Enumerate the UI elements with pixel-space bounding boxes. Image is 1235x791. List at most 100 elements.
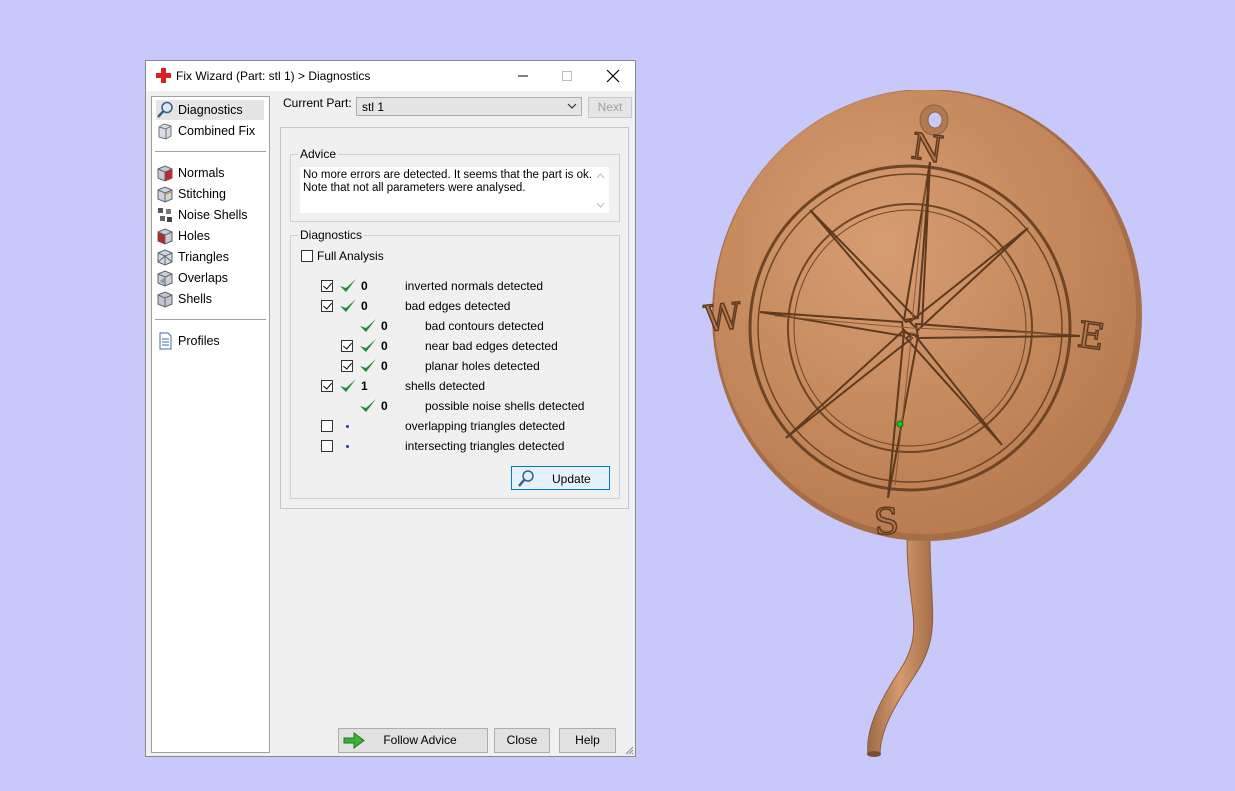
full-analysis-checkbox[interactable] xyxy=(301,250,313,262)
nav-label: Diagnostics xyxy=(178,103,243,117)
diagnostics-group: Diagnostics Full Analysis 0 inverted nor… xyxy=(290,228,620,499)
nav-label: Shells xyxy=(178,292,213,306)
row-count: 0 xyxy=(381,399,388,413)
nav-label: Overlaps xyxy=(178,271,229,285)
resize-grip-icon[interactable] xyxy=(624,745,634,755)
nav-separator xyxy=(155,319,266,320)
row-count: 0 xyxy=(381,319,388,333)
update-button[interactable]: Update xyxy=(511,466,610,490)
row-checkbox[interactable] xyxy=(341,340,353,352)
nav-separator xyxy=(155,151,266,152)
magnifier-icon xyxy=(518,470,534,487)
row-checkbox[interactable] xyxy=(341,360,353,372)
compass-pendant-model[interactable]: N W E S xyxy=(690,90,1160,770)
row-count: 0 xyxy=(381,359,388,373)
row-count: 0 xyxy=(361,279,368,293)
current-part-select[interactable]: stl 1 xyxy=(356,97,582,116)
follow-advice-button[interactable]: Follow Advice xyxy=(338,728,488,753)
red-cross-app-icon xyxy=(156,68,171,83)
advice-text-box: No more errors are detected. It seems th… xyxy=(300,167,609,213)
close-button[interactable]: Close xyxy=(494,728,550,753)
chevron-down-icon xyxy=(567,103,577,109)
green-check-icon xyxy=(360,359,376,372)
shells-cube-icon xyxy=(156,290,174,308)
magnifier-icon xyxy=(156,101,174,119)
advice-line-2: Note that not all parameters were analys… xyxy=(303,182,526,194)
advice-group: Advice No more errors are detected. It s… xyxy=(290,147,620,222)
advice-text: No more errors are detected. It seems th… xyxy=(303,169,592,195)
stitching-cube-icon xyxy=(156,185,174,203)
row-label: planar holes detected xyxy=(425,359,540,373)
update-label: Update xyxy=(552,472,591,486)
green-check-icon xyxy=(360,399,376,412)
row-label: intersecting triangles detected xyxy=(405,439,565,453)
row-checkbox[interactable] xyxy=(321,420,333,432)
row-label: overlapping triangles detected xyxy=(405,419,566,433)
maximize-button[interactable] xyxy=(545,61,589,91)
green-check-icon xyxy=(360,339,376,352)
nav-item-triangles[interactable]: Triangles xyxy=(156,247,264,267)
title-bar[interactable]: Fix Wizard (Part: stl 1) > Diagnostics xyxy=(146,61,635,91)
nav-label: Holes xyxy=(178,229,210,243)
next-button[interactable]: Next xyxy=(588,97,632,118)
nav-item-holes[interactable]: Holes xyxy=(156,226,264,246)
row-count: 0 xyxy=(381,339,388,353)
row-checkbox[interactable] xyxy=(321,440,333,452)
row-checkbox[interactable] xyxy=(321,380,333,392)
nav-item-combined-fix[interactable]: Combined Fix xyxy=(156,121,264,141)
row-label: possible noise shells detected xyxy=(425,399,585,413)
row-label: bad contours detected xyxy=(425,319,544,333)
minimize-icon xyxy=(518,75,528,77)
wizard-nav: Diagnostics Combined Fix Normals Stitchi… xyxy=(151,96,270,753)
nav-item-shells[interactable]: Shells xyxy=(156,289,264,309)
close-window-button[interactable] xyxy=(591,61,635,91)
compass-letter-w: W xyxy=(702,296,743,341)
help-button[interactable]: Help xyxy=(559,728,616,753)
not-run-dot-icon xyxy=(346,445,349,448)
row-label: inverted normals detected xyxy=(405,279,544,293)
close-icon xyxy=(606,69,620,83)
green-arrow-right-icon xyxy=(343,732,365,749)
advice-line-1: No more errors are detected. It seems th… xyxy=(303,169,592,181)
row-label: bad edges detected xyxy=(405,299,511,313)
document-icon xyxy=(156,332,174,350)
nav-label: Triangles xyxy=(178,250,229,264)
holes-cube-icon xyxy=(156,227,174,245)
nav-item-overlaps[interactable]: Overlaps xyxy=(156,268,264,288)
nav-item-profiles[interactable]: Profiles xyxy=(156,331,264,351)
pick-point-marker[interactable] xyxy=(896,420,904,428)
nav-label: Combined Fix xyxy=(178,124,256,138)
current-part-value: stl 1 xyxy=(362,100,385,114)
row-count: 0 xyxy=(361,299,368,313)
row-checkbox[interactable] xyxy=(321,300,333,312)
overlaps-cube-icon xyxy=(156,269,174,287)
nav-label: Stitching xyxy=(178,187,226,201)
nav-item-noise-shells[interactable]: Noise Shells xyxy=(156,205,264,225)
nav-label: Profiles xyxy=(178,334,220,348)
row-checkbox[interactable] xyxy=(321,280,333,292)
normals-cube-icon xyxy=(156,164,174,182)
noise-shells-cube-icon xyxy=(156,206,174,224)
nav-item-diagnostics[interactable]: Diagnostics xyxy=(156,100,264,120)
row-label: near bad edges detected xyxy=(425,339,558,353)
diagnostics-group-label: Diagnostics xyxy=(298,228,365,242)
current-part-label: Current Part: xyxy=(283,96,352,110)
green-check-icon xyxy=(340,299,356,312)
compass-letter-n: N xyxy=(909,126,946,171)
green-check-icon xyxy=(340,279,356,292)
minimize-button[interactable] xyxy=(501,61,545,91)
tube-stem xyxy=(867,539,934,756)
not-run-dot-icon xyxy=(346,425,349,428)
row-label: shells detected xyxy=(405,379,486,393)
nav-item-normals[interactable]: Normals xyxy=(156,163,264,183)
nav-label: Noise Shells xyxy=(178,208,248,222)
nav-item-stitching[interactable]: Stitching xyxy=(156,184,264,204)
compass-letter-s: S xyxy=(873,501,900,544)
green-check-icon xyxy=(340,379,356,392)
window-title: Fix Wizard (Part: stl 1) > Diagnostics xyxy=(176,69,371,83)
fix-wizard-window: Fix Wizard (Part: stl 1) > Diagnostics D… xyxy=(145,60,636,757)
nav-label: Normals xyxy=(178,166,225,180)
full-analysis-label: Full Analysis xyxy=(317,249,384,263)
diagnostics-panel: Advice No more errors are detected. It s… xyxy=(280,127,629,509)
advice-scrollbar[interactable] xyxy=(592,167,609,213)
